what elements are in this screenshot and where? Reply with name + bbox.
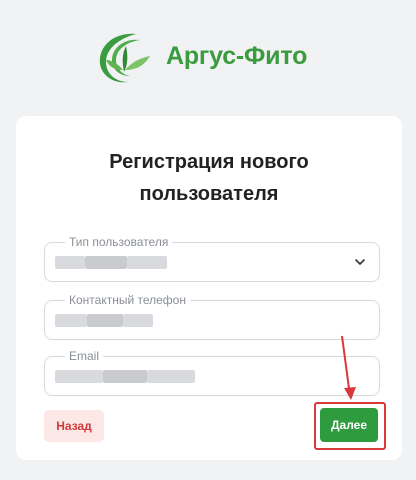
chevron-down-icon[interactable] (353, 255, 367, 269)
phone-field[interactable]: Контактный телефон (44, 292, 380, 340)
redacted-value (87, 314, 123, 327)
redacted-value (55, 314, 87, 327)
brand-logo: Аргус-Фито (92, 26, 307, 86)
next-button[interactable]: Далее (320, 408, 378, 442)
redacted-value (123, 314, 153, 327)
back-button[interactable]: Назад (44, 410, 104, 442)
email-label: Email (65, 348, 104, 364)
email-field[interactable]: Email (44, 348, 380, 396)
brand-name: Аргус-Фито (166, 41, 308, 70)
redacted-value (55, 370, 103, 383)
redacted-value (85, 256, 127, 269)
page-title: Регистрация нового пользователя (16, 146, 402, 210)
redacted-value (127, 256, 167, 269)
leaf-logo-icon (99, 33, 150, 83)
user-type-select[interactable]: Тип пользователя (44, 234, 380, 282)
title-line-2: пользователя (139, 183, 279, 205)
redacted-value (55, 256, 85, 269)
redacted-value (147, 370, 195, 383)
title-line-1: Регистрация нового (109, 151, 309, 173)
phone-label: Контактный телефон (65, 292, 190, 308)
registration-card: Регистрация нового пользователя Тип поль… (16, 116, 402, 460)
user-type-label: Тип пользователя (65, 234, 173, 250)
redacted-value (103, 370, 147, 383)
